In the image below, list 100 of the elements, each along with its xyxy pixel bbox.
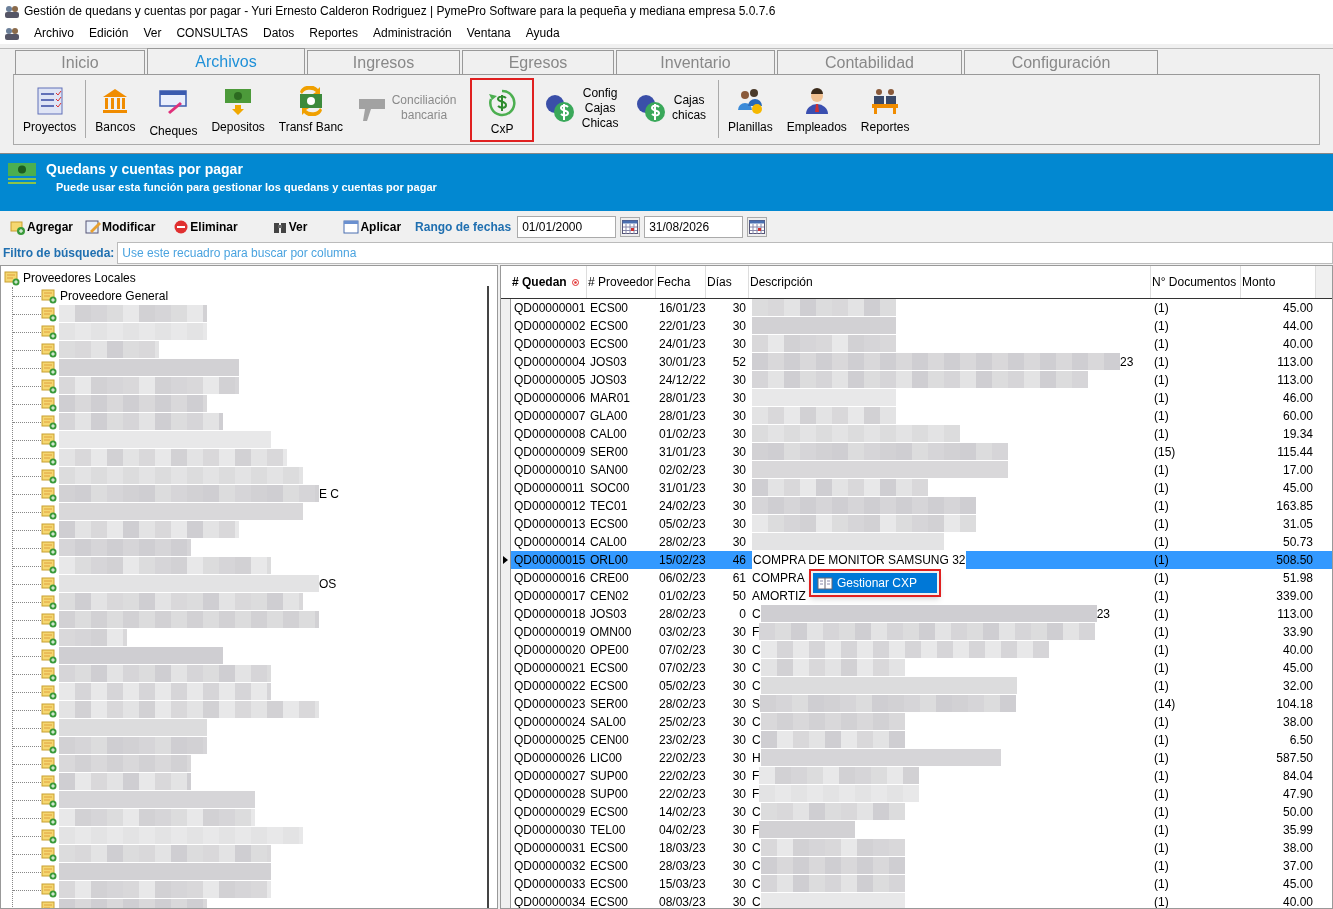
documents-count: (1) <box>1154 858 1169 875</box>
column-header[interactable]: Días <box>706 266 749 298</box>
documents-count: (1) <box>1154 588 1169 605</box>
documents-count: (1) <box>1154 318 1169 335</box>
description-text: 23 <box>1120 354 1134 371</box>
days-cell-text: 30 <box>732 408 746 425</box>
menu-item[interactable]: Archivo <box>33 24 75 42</box>
quedan-number: QD00000024 <box>514 714 586 731</box>
days-cell-text: 30 <box>732 840 746 857</box>
documents-count: (1) <box>1154 804 1169 821</box>
ribbon-button[interactable]: Config Cajas Chicas <box>542 78 626 144</box>
date-field[interactable]: 31/08/2026 <box>644 216 744 238</box>
days-cell-text: 30 <box>732 318 746 335</box>
amount-cell-text: 32.00 <box>1282 678 1313 695</box>
supplier-code: SAN00 <box>590 462 629 479</box>
toolbar-button[interactable]: Modificar <box>85 218 156 236</box>
amount-cell-text: 33.90 <box>1282 624 1313 641</box>
documents-count: (1) <box>1154 426 1169 443</box>
quedan-number: QD00000002 <box>514 318 586 335</box>
menu-item[interactable]: Ver <box>142 24 163 42</box>
days-cell-text: 30 <box>732 732 746 749</box>
amount-cell-text: 84.04 <box>1282 768 1313 785</box>
scrollbar[interactable] <box>487 286 489 908</box>
ribbon-button[interactable]: Bancos <box>92 78 139 144</box>
supplier-code: MAR01 <box>590 390 630 407</box>
days-cell-text: 30 <box>732 300 746 317</box>
description-text: F <box>752 786 760 803</box>
ribbon-button[interactable]: Reportes <box>857 78 913 144</box>
tree-root-label[interactable]: Proveedores Locales <box>23 269 136 287</box>
column-header[interactable]: # Proveedor <box>587 266 656 298</box>
calendar-button[interactable] <box>620 217 641 237</box>
description-text: C <box>752 876 761 893</box>
ribbon-button[interactable]: Empleados <box>783 78 850 144</box>
days-cell-text: 52 <box>732 354 746 371</box>
column-header[interactable]: Fecha <box>656 266 706 298</box>
checklist-icon <box>34 86 65 116</box>
column-header[interactable]: Descripción <box>749 266 1151 298</box>
date-cell-text: 24/02/23 <box>659 498 706 515</box>
ribbon-button[interactable]: Transf Banc <box>275 78 347 144</box>
coins-icon <box>636 93 667 123</box>
menu-item[interactable]: Edición <box>88 24 130 42</box>
tree-item[interactable]: OS <box>319 575 337 593</box>
folder-add-icon <box>41 648 57 664</box>
menu-item[interactable]: Ventana <box>465 24 512 42</box>
date-field[interactable]: 01/01/2000 <box>517 216 617 238</box>
folder-add-icon <box>41 378 57 394</box>
days-cell-text: 30 <box>732 336 746 353</box>
days-cell-text: 0 <box>739 606 746 623</box>
date-cell-text: 05/02/23 <box>659 516 706 533</box>
documents-count: (1) <box>1154 480 1169 497</box>
column-header[interactable]: # Quedan <box>511 266 587 298</box>
supplier-code: ECS00 <box>590 858 629 875</box>
days-cell-text: 30 <box>732 696 746 713</box>
toolbar-button[interactable]: Agregar <box>10 218 73 236</box>
menu-item[interactable]: Gestionar CXP <box>813 573 938 593</box>
days-cell-text: 30 <box>732 750 746 767</box>
menu-item[interactable]: CONSULTAS <box>175 24 249 42</box>
tree-item[interactable]: E C <box>319 485 339 503</box>
description-text: F <box>752 822 760 839</box>
tree-item[interactable]: Proveedore General <box>60 287 169 305</box>
supplier-code: JOS03 <box>590 354 627 371</box>
documents-count: (1) <box>1154 354 1169 371</box>
folder-add-icon <box>4 270 20 286</box>
search-field[interactable]: Use este recuadro para buscar por columna <box>117 242 1333 264</box>
menu-item[interactable]: Administración <box>372 24 453 42</box>
menu-item[interactable]: Datos <box>261 24 296 42</box>
ribbon-button[interactable]: Cajas chicas <box>633 78 713 144</box>
date-cell-text: 22/02/23 <box>659 768 706 785</box>
ribbon-button[interactable]: Planillas <box>725 78 776 144</box>
quedan-number: QD00000006 <box>514 390 586 407</box>
documents-count: (1) <box>1154 660 1169 677</box>
ribbon-button[interactable]: Proyectos <box>20 78 80 144</box>
days-cell-text: 30 <box>732 768 746 785</box>
menu-item[interactable]: Reportes <box>308 24 360 42</box>
toolbar-button[interactable]: Ver <box>271 218 308 236</box>
ribbon-button[interactable]: Depositos <box>208 78 268 144</box>
folder-add-icon <box>41 576 57 592</box>
ribbon-button[interactable]: CxP <box>470 78 535 142</box>
toolbar-button[interactable]: Eliminar <box>173 218 238 236</box>
book-icon <box>817 576 833 590</box>
days-cell-text: 30 <box>732 372 746 389</box>
column-header[interactable]: N° Documentos <box>1151 266 1241 298</box>
amount-cell-text: 6.50 <box>1289 732 1313 749</box>
folder-add-icon <box>41 342 57 358</box>
description-text: C <box>752 894 761 908</box>
ribbon-button[interactable]: Cheques <box>146 78 201 144</box>
calendar-button[interactable] <box>747 217 768 237</box>
window-title: Gestión de quedans y cuentas por pagar - Yuri Ernesto Calderon Rodriguez | PymePro Software para la pequeña y mediana empresa 5.0.7.6 <box>24 3 776 20</box>
quedan-number: QD00000027 <box>514 768 586 785</box>
folder-add-icon <box>41 630 57 646</box>
days-cell-text: 30 <box>732 876 746 893</box>
calendar-icon <box>622 220 639 234</box>
supplier-code: SER00 <box>590 444 629 461</box>
menu-item[interactable]: Ayuda <box>524 24 561 42</box>
folder-add-icon <box>41 846 57 862</box>
quedan-number: QD00000012 <box>514 498 586 515</box>
documents-count: (15) <box>1154 444 1176 461</box>
documents-count: (1) <box>1154 408 1169 425</box>
toolbar-button[interactable]: Aplicar <box>343 218 402 236</box>
folder-add-icon <box>41 486 57 502</box>
